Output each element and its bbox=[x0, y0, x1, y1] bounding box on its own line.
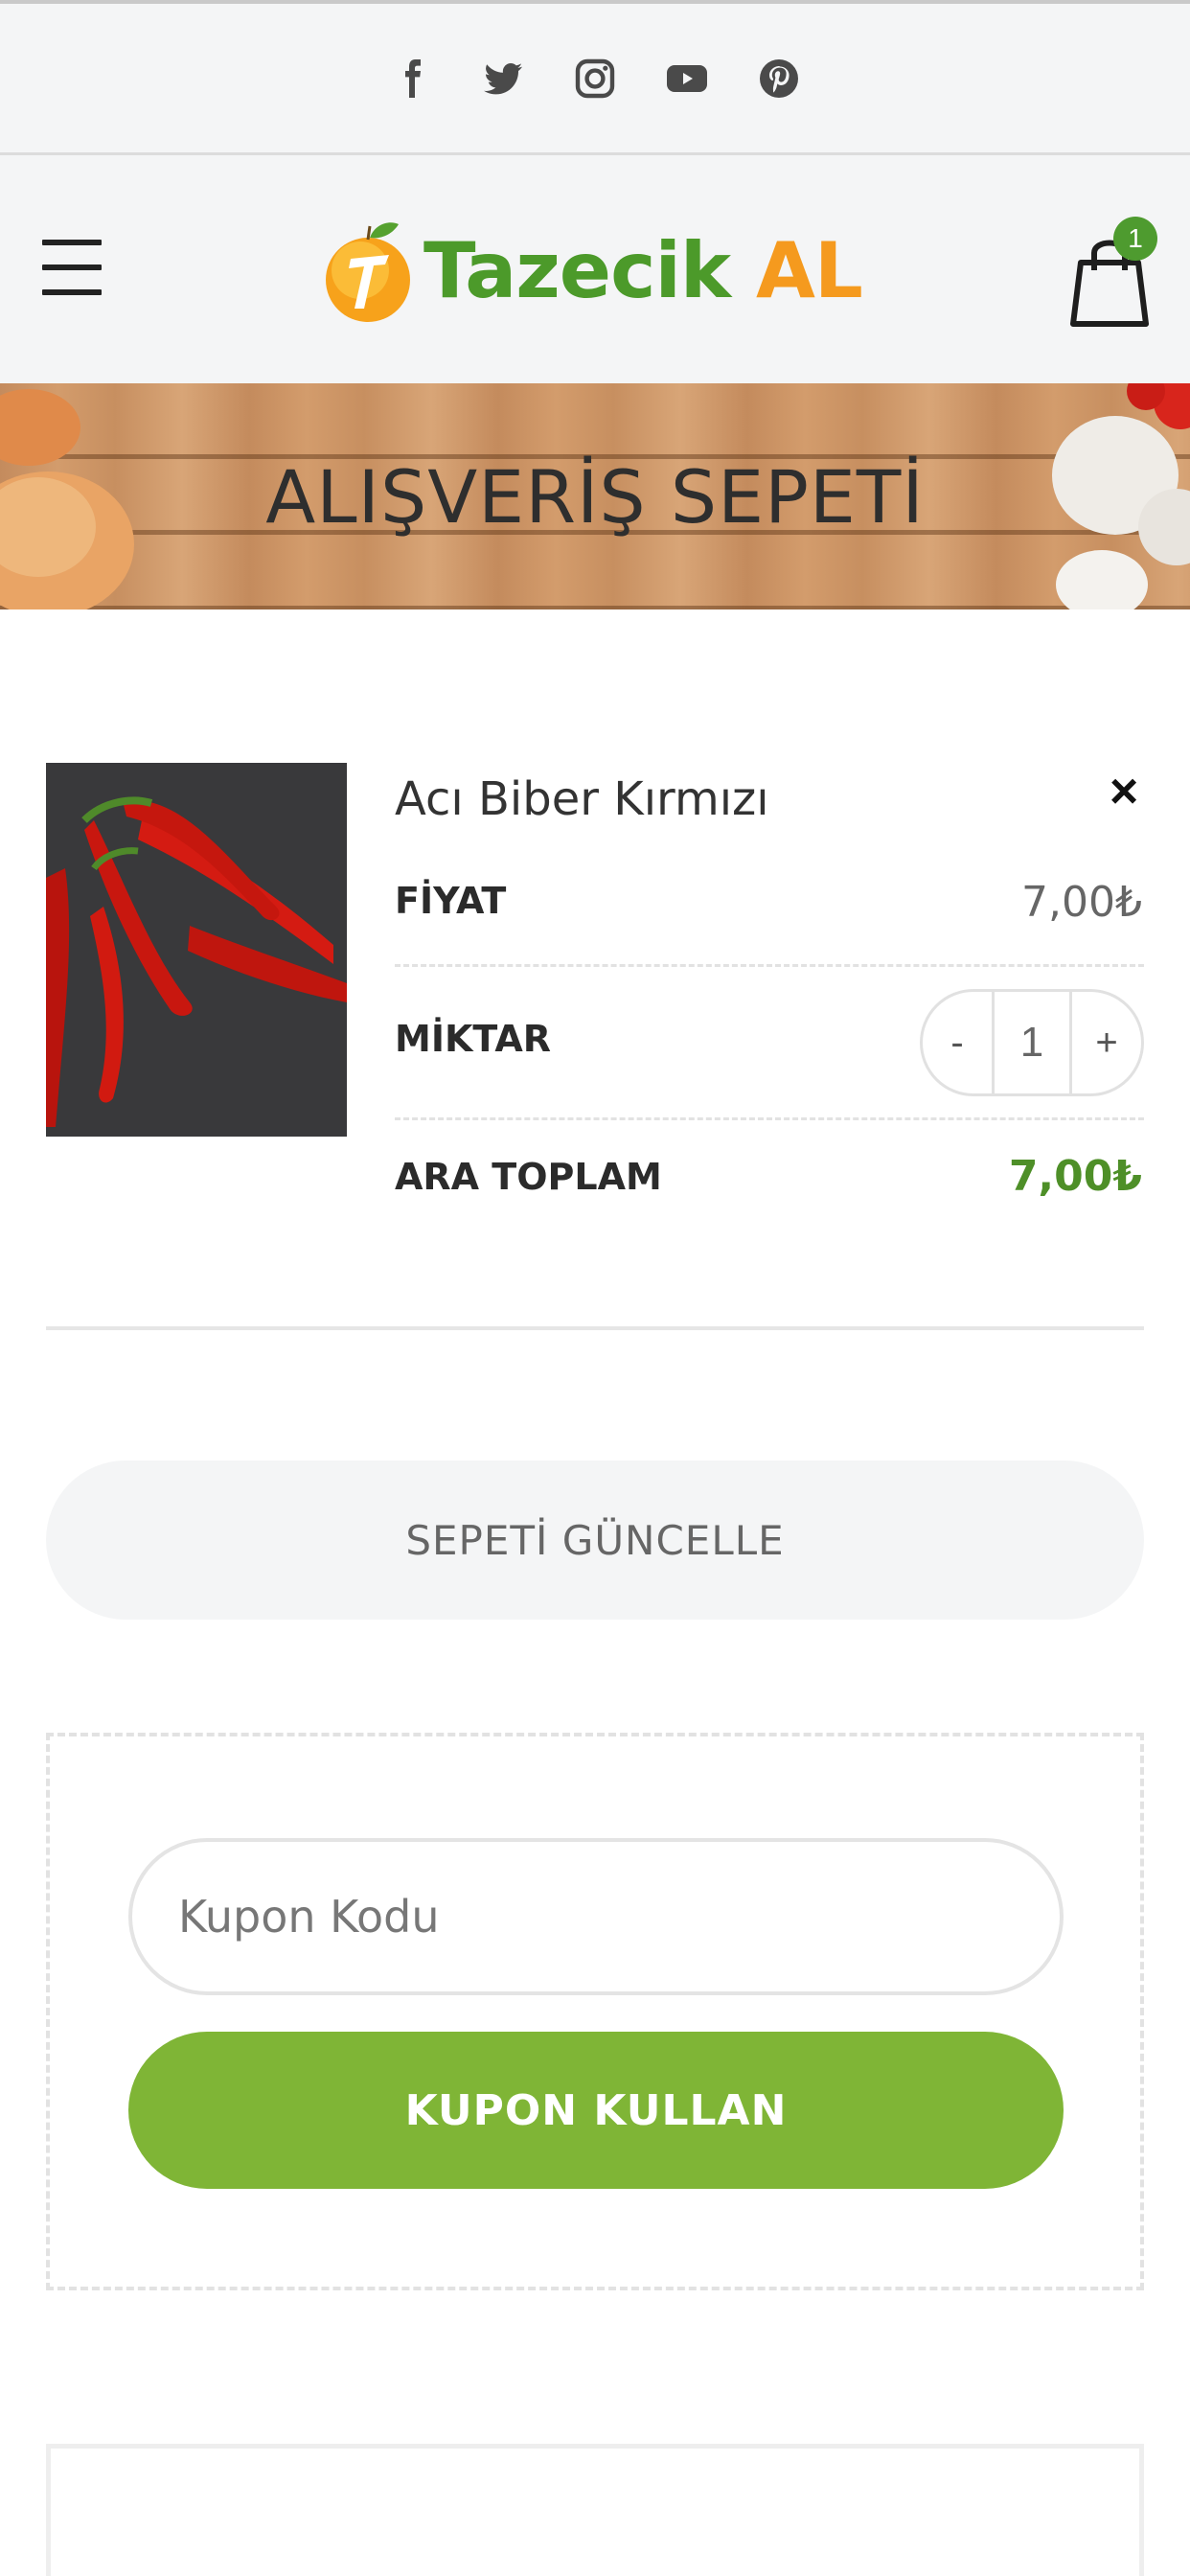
cart-totals-box bbox=[46, 2444, 1144, 2576]
subtotal-label: ARA TOPLAM bbox=[395, 1156, 662, 1198]
quantity-stepper: - 1 + bbox=[920, 989, 1144, 1096]
pinterest-icon[interactable] bbox=[754, 54, 804, 104]
row-divider bbox=[395, 964, 1144, 967]
orange-logo-icon bbox=[322, 213, 418, 328]
logo-text-orange: AL bbox=[755, 225, 863, 315]
logo-text-green: Tazecik bbox=[423, 225, 731, 315]
cart-button[interactable]: 1 bbox=[1067, 217, 1159, 332]
row-divider bbox=[395, 1117, 1144, 1120]
apply-coupon-button[interactable]: KUPON KULLAN bbox=[128, 2032, 1064, 2189]
quantity-value[interactable]: 1 bbox=[992, 992, 1072, 1093]
quantity-label: MİKTAR bbox=[395, 1018, 552, 1060]
update-cart-button[interactable]: SEPETİ GÜNCELLE bbox=[46, 1460, 1144, 1620]
site-header: Tazecik AL 1 bbox=[0, 155, 1190, 383]
coupon-code-input[interactable] bbox=[128, 1838, 1064, 1995]
page-title: ALIŞVERİŞ SEPETİ bbox=[265, 453, 925, 540]
site-logo[interactable]: Tazecik AL bbox=[322, 203, 863, 337]
cart-count-badge: 1 bbox=[1113, 217, 1157, 261]
price-value: 7,00₺ bbox=[1021, 878, 1142, 927]
social-bar bbox=[0, 0, 1190, 155]
subtotal-value: 7,00₺ bbox=[1008, 1152, 1142, 1201]
quantity-decrease-button[interactable]: - bbox=[923, 1022, 992, 1065]
twitter-icon[interactable] bbox=[478, 54, 528, 104]
menu-icon[interactable] bbox=[42, 240, 102, 297]
remove-item-icon[interactable]: × bbox=[1102, 767, 1146, 816]
section-divider bbox=[46, 1326, 1144, 1330]
product-image[interactable] bbox=[46, 763, 347, 1137]
price-label: FİYAT bbox=[395, 880, 507, 922]
coupon-section bbox=[46, 1733, 1144, 2290]
logo-text: Tazecik AL bbox=[423, 225, 863, 315]
facebook-icon[interactable] bbox=[386, 54, 436, 104]
youtube-icon[interactable] bbox=[662, 54, 712, 104]
instagram-icon[interactable] bbox=[570, 54, 620, 104]
page-banner: ALIŞVERİŞ SEPETİ bbox=[0, 383, 1190, 610]
product-name[interactable]: Acı Biber Kırmızı bbox=[395, 772, 769, 826]
quantity-increase-button[interactable]: + bbox=[1072, 1022, 1141, 1065]
